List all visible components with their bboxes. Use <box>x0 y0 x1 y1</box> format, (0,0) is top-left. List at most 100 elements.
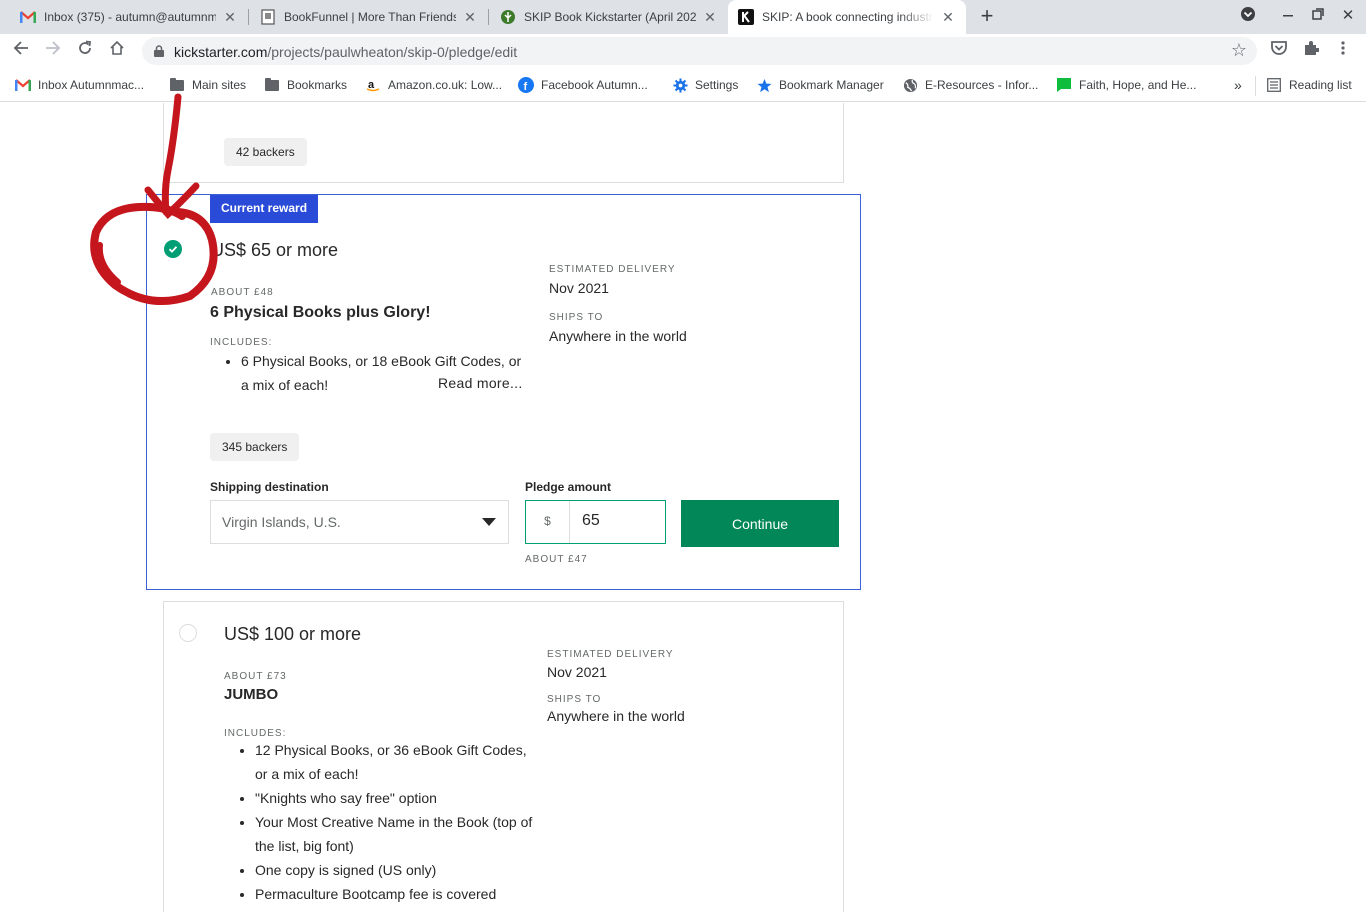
bookmarks-divider <box>1255 76 1256 96</box>
bookmark-amazon[interactable]: a Amazon.co.uk: Low... <box>365 77 502 93</box>
bookmark-main-sites[interactable]: Main sites <box>169 77 246 93</box>
svg-text:f: f <box>524 81 528 93</box>
shipping-destination-value: Virgin Islands, U.S. <box>222 514 341 530</box>
reward-title: 6 Physical Books plus Glory! <box>210 304 431 321</box>
bookmark-label: Facebook Autumn... <box>541 78 648 92</box>
reward-card-next[interactable]: US$ 100 or more ABOUT £73 JUMBO INCLUDES… <box>163 601 844 912</box>
ships-to-label: SHIPS TO <box>549 312 604 323</box>
tab-search-icon[interactable] <box>1236 6 1260 26</box>
continue-button[interactable]: Continue <box>681 500 839 547</box>
reward-title: JUMBO <box>224 686 279 703</box>
new-tab-button[interactable]: + <box>976 4 998 28</box>
backers-count: 345 backers <box>210 433 300 461</box>
reward-price: US$ 100 or more <box>224 624 362 644</box>
delivery-label: ESTIMATED DELIVERY <box>547 649 674 660</box>
bookmark-settings[interactable]: Settings <box>672 77 738 93</box>
reading-list-label: Reading list <box>1289 78 1352 92</box>
more-bookmarks-label: » <box>1234 77 1242 93</box>
bookmark-eresources[interactable]: E-Resources - Infor... <box>902 77 1038 93</box>
includes-list: 12 Physical Books, or 36 eBook Gift Code… <box>224 738 534 906</box>
close-icon[interactable]: ✕ <box>702 9 718 26</box>
bookmark-bookmarks-folder[interactable]: Bookmarks <box>264 77 347 93</box>
forward-icon[interactable] <box>42 40 64 62</box>
bookmark-manager[interactable]: Bookmark Manager <box>756 77 884 93</box>
menu-icon[interactable] <box>1332 40 1354 62</box>
pledge-amount-label: Pledge amount <box>525 480 612 494</box>
ships-to-value: Anywhere in the world <box>549 328 687 344</box>
current-reward-badge: Current reward <box>210 195 319 223</box>
extensions-icon[interactable] <box>1300 40 1322 62</box>
close-icon[interactable]: ✕ <box>222 9 238 26</box>
delivery-value: Nov 2021 <box>547 664 607 680</box>
bookmark-label: Inbox Autumnmac... <box>38 78 145 92</box>
include-item: 12 Physical Books, or 36 eBook Gift Code… <box>255 738 534 786</box>
check-icon <box>168 246 178 253</box>
pledge-about-price: ABOUT £47 <box>525 554 588 565</box>
backers-count: 42 backers <box>224 138 307 166</box>
tab-kickstarter[interactable]: SKIP: A book connecting industr ✕ <box>728 0 966 34</box>
pocket-icon[interactable] <box>1268 40 1290 62</box>
pledge-amount-input[interactable]: $ 65 <box>525 500 666 544</box>
globe-icon <box>902 77 918 93</box>
browser-toolbar: kickstarter.com/projects/paulwheaton/ski… <box>0 34 1366 68</box>
includes-label: INCLUDES: <box>210 337 273 348</box>
bookmark-facebook[interactable]: f Facebook Autumn... <box>518 77 648 93</box>
reward-card-previous[interactable]: 42 backers <box>163 103 844 183</box>
gmail-icon <box>15 77 31 93</box>
bookmark-label: Faith, Hope, and He... <box>1079 78 1197 92</box>
tab-permies[interactable]: SKIP Book Kickstarter (April 202 ✕ <box>490 0 728 34</box>
close-icon[interactable]: ✕ <box>462 9 478 26</box>
more-bookmarks-button[interactable]: » <box>1234 77 1242 93</box>
url-text: kickstarter.com/projects/paulwheaton/ski… <box>174 44 517 60</box>
lock-icon <box>154 44 164 57</box>
close-icon[interactable]: ✕ <box>940 9 956 26</box>
bookmark-label: Bookmarks <box>287 78 348 92</box>
tab-title: Inbox (375) - autumn@autumnm <box>44 10 216 24</box>
reward-radio-selected[interactable] <box>164 240 182 258</box>
tab-gmail[interactable]: Inbox (375) - autumn@autumnm ✕ <box>10 0 248 34</box>
reward-radio[interactable] <box>179 624 197 642</box>
reading-list-button[interactable]: Reading list <box>1266 77 1352 93</box>
bookmark-label: Main sites <box>192 78 247 92</box>
home-icon[interactable] <box>106 40 128 62</box>
ships-to-value: Anywhere in the world <box>547 708 685 724</box>
chevron-down-icon <box>482 518 496 526</box>
chat-icon <box>1056 77 1072 93</box>
tab-title: SKIP: A book connecting industr <box>762 10 933 24</box>
bookmark-faith-hope[interactable]: Faith, Hope, and He... <box>1056 77 1196 93</box>
tab-divider <box>248 9 249 25</box>
restore-icon[interactable] <box>1306 6 1330 26</box>
shipping-destination-label: Shipping destination <box>210 480 329 494</box>
reward-about-price: ABOUT £48 <box>211 287 274 298</box>
tab-bookfunnel[interactable]: BookFunnel | More Than Friends ✕ <box>250 0 488 34</box>
page-content: 42 backers Current reward US$ 65 or more… <box>0 103 1366 912</box>
reward-card-current[interactable]: Current reward US$ 65 or more ABOUT £48 … <box>146 194 861 590</box>
read-more-link[interactable]: Read more... <box>438 375 523 391</box>
bookmark-gmail[interactable]: Inbox Autumnmac... <box>15 77 144 93</box>
include-item: Your Most Creative Name in the Book (top… <box>255 810 534 858</box>
folder-icon <box>169 77 185 93</box>
url-domain: kickstarter.com <box>174 44 268 60</box>
pledge-amount-value: 65 <box>582 512 600 529</box>
bookmark-star-icon[interactable]: ☆ <box>1231 40 1247 61</box>
bookfunnel-icon <box>260 9 276 25</box>
include-item: One copy is signed (US only) <box>255 858 534 882</box>
bookmark-label: Bookmark Manager <box>779 78 884 92</box>
bookmark-label: E-Resources - Infor... <box>925 78 1039 92</box>
include-item: "Knights who say free" option <box>255 786 534 810</box>
bookmark-label: Settings <box>695 78 739 92</box>
shipping-destination-select[interactable]: Virgin Islands, U.S. <box>210 500 509 544</box>
facebook-icon: f <box>518 77 534 93</box>
gmail-icon <box>20 9 36 25</box>
tab-title: SKIP Book Kickstarter (April 202 <box>524 10 696 24</box>
ships-to-label: SHIPS TO <box>547 694 602 705</box>
permies-icon <box>500 9 516 25</box>
include-item: Permaculture Bootcamp fee is covered <box>255 882 534 906</box>
gear-icon <box>672 77 688 93</box>
kickstarter-icon <box>738 9 754 25</box>
reload-icon[interactable] <box>74 40 96 62</box>
back-icon[interactable] <box>10 40 32 62</box>
close-window-icon[interactable]: ✕ <box>1336 6 1360 26</box>
address-bar[interactable]: kickstarter.com/projects/paulwheaton/ski… <box>142 37 1257 65</box>
minimize-icon[interactable] <box>1276 6 1300 26</box>
